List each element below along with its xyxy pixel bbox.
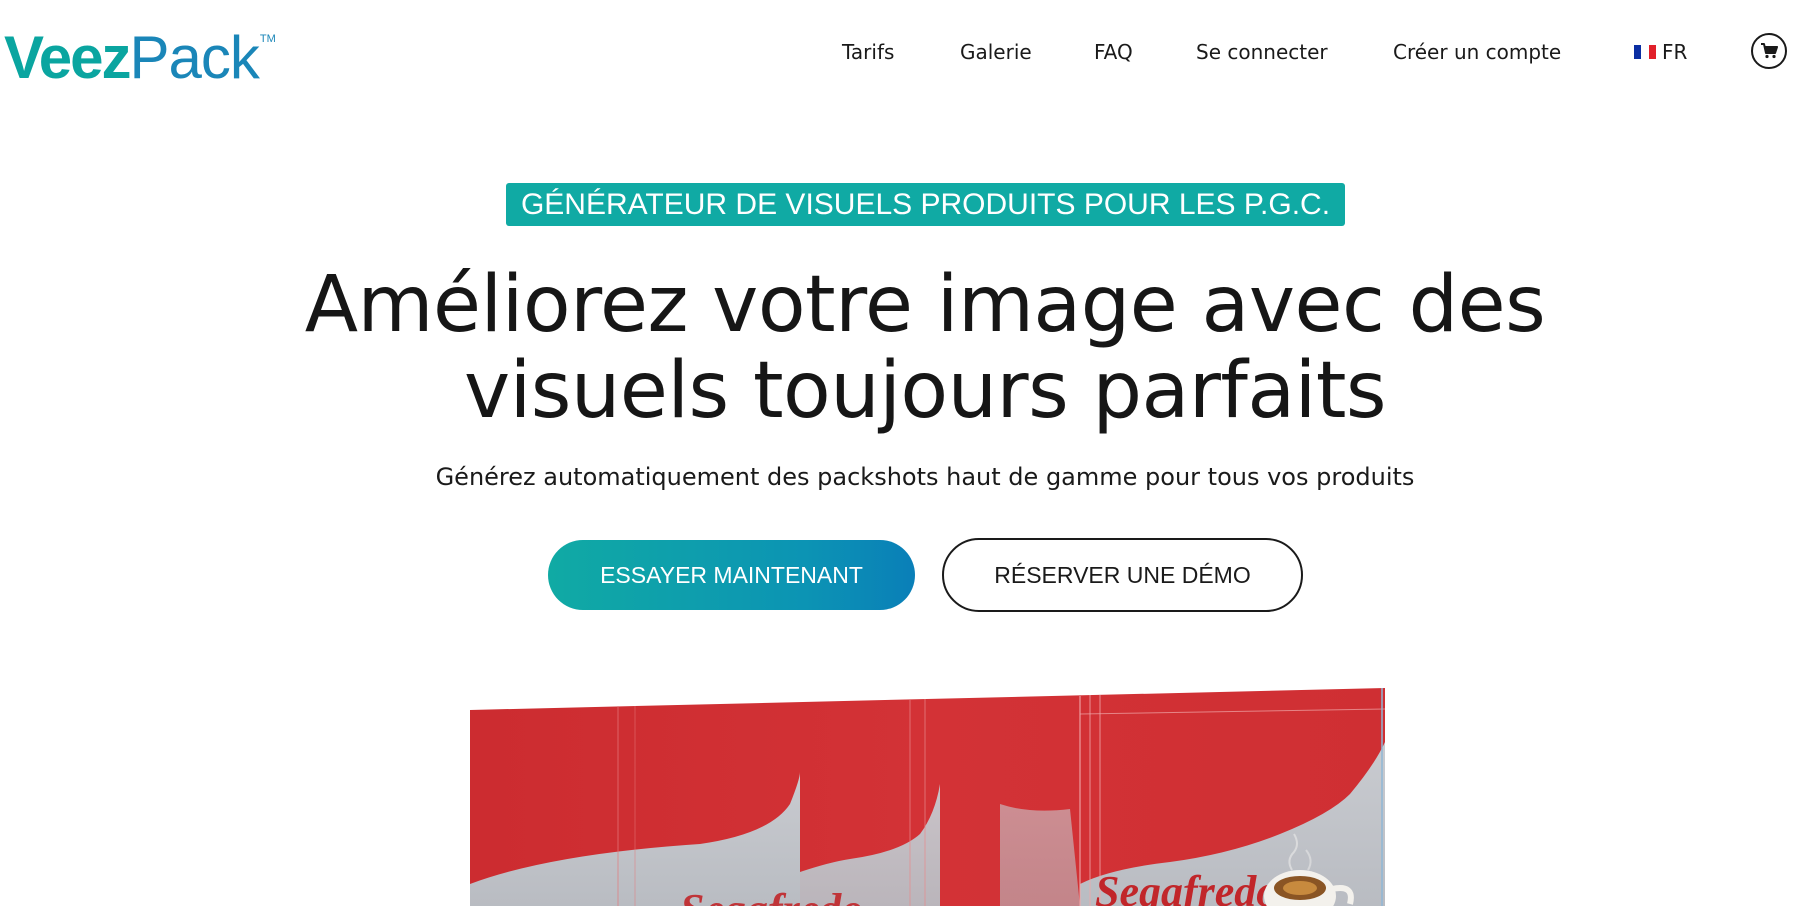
language-switcher[interactable]: FR [1634, 38, 1687, 66]
hero-headline: Améliorez votre image avec des visuels t… [0, 262, 1807, 434]
hero-badge: GÉNÉRATEUR DE VISUELS PRODUITS POUR LES … [506, 183, 1345, 226]
french-flag-icon [1634, 45, 1656, 59]
product-packshot-image: Segafredo Segafredo [470, 688, 1386, 906]
headline-line-1: Améliorez votre image avec des [304, 260, 1546, 350]
product-brand-text: Segafredo [1095, 867, 1278, 906]
nav-tarifs-link[interactable]: Tarifs [842, 38, 894, 66]
nav-faq-link[interactable]: FAQ [1094, 38, 1133, 66]
headline-line-2: visuels toujours parfaits [463, 346, 1387, 436]
try-now-button[interactable]: ESSAYER MAINTENANT [548, 540, 915, 610]
svg-text:Segafredo: Segafredo [680, 885, 863, 906]
nav-signup-link[interactable]: Créer un compte [1393, 38, 1561, 66]
hero-subline: Générez automatiquement des packshots ha… [435, 463, 1415, 491]
nav-login-link[interactable]: Se connecter [1196, 38, 1328, 66]
cart-button[interactable] [1751, 33, 1787, 69]
nav-galerie-link[interactable]: Galerie [960, 38, 1032, 66]
book-demo-button[interactable]: RÉSERVER UNE DÉMO [942, 538, 1303, 612]
cart-icon [1761, 43, 1778, 59]
language-label: FR [1662, 40, 1688, 64]
main-nav: Tarifs Galerie FAQ Se connecter Créer un… [0, 38, 1807, 66]
